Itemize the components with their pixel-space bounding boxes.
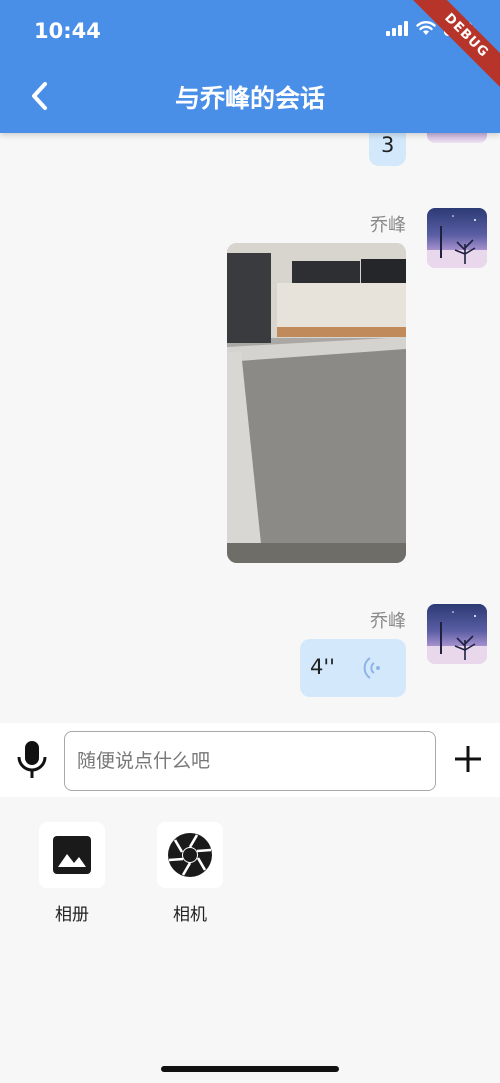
avatar-image — [427, 215, 487, 268]
input-bar — [0, 723, 500, 797]
voice-duration: 4'' — [310, 655, 335, 679]
voice-wave-icon — [363, 657, 380, 679]
camera-tile — [157, 822, 223, 888]
camera-label: 相机 — [173, 905, 207, 925]
text-message-bubble[interactable]: 3 — [369, 133, 406, 166]
camera-shutter-icon — [168, 833, 212, 877]
voice-message-bubble[interactable]: 4'' — [300, 639, 406, 697]
home-indicator — [161, 1066, 339, 1072]
chat-list[interactable]: 3 乔峰 乔峰 4'' — [0, 133, 500, 723]
sender-name: 乔峰 — [370, 611, 406, 632]
plus-icon — [455, 746, 481, 772]
photo-album-icon — [53, 836, 91, 874]
avatar[interactable] — [427, 604, 487, 664]
status-time: 10:44 — [34, 19, 101, 43]
attachment-panel: 相册 相机 — [0, 797, 500, 1083]
camera-button[interactable]: 相机 — [145, 822, 235, 925]
message-text: 3 — [381, 133, 395, 157]
voice-input-button[interactable] — [14, 739, 50, 781]
page-title: 与乔峰的会话 — [174, 84, 325, 113]
message-input[interactable] — [64, 731, 436, 791]
photo-content — [227, 243, 406, 563]
sender-name: 乔峰 — [370, 215, 406, 236]
album-button[interactable]: 相册 — [27, 822, 117, 925]
cellular-signal-icon — [386, 20, 408, 36]
app-bar: 10:44 DEBUG 与乔峰的会话 — [0, 0, 500, 133]
more-options-button[interactable] — [452, 743, 484, 775]
avatar-image — [427, 611, 487, 664]
avatar[interactable] — [427, 133, 487, 143]
album-tile — [39, 822, 105, 888]
wifi-icon — [416, 21, 436, 35]
album-label: 相册 — [55, 905, 89, 925]
image-message[interactable] — [227, 243, 406, 563]
microphone-icon — [17, 741, 47, 778]
avatar[interactable] — [427, 208, 487, 268]
